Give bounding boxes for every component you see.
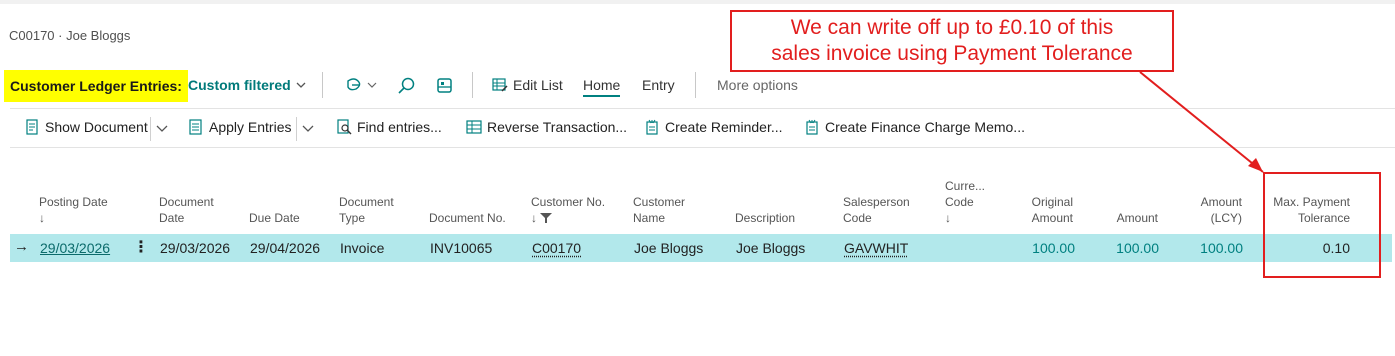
annotation-arrow — [1139, 71, 1264, 173]
annotation-line-2: sales invoice using Payment Tolerance — [771, 42, 1133, 65]
annotation-callout: We can write off up to £0.10 of this sal… — [730, 10, 1174, 72]
annotation-line-1: We can write off up to £0.10 of this — [790, 16, 1114, 39]
